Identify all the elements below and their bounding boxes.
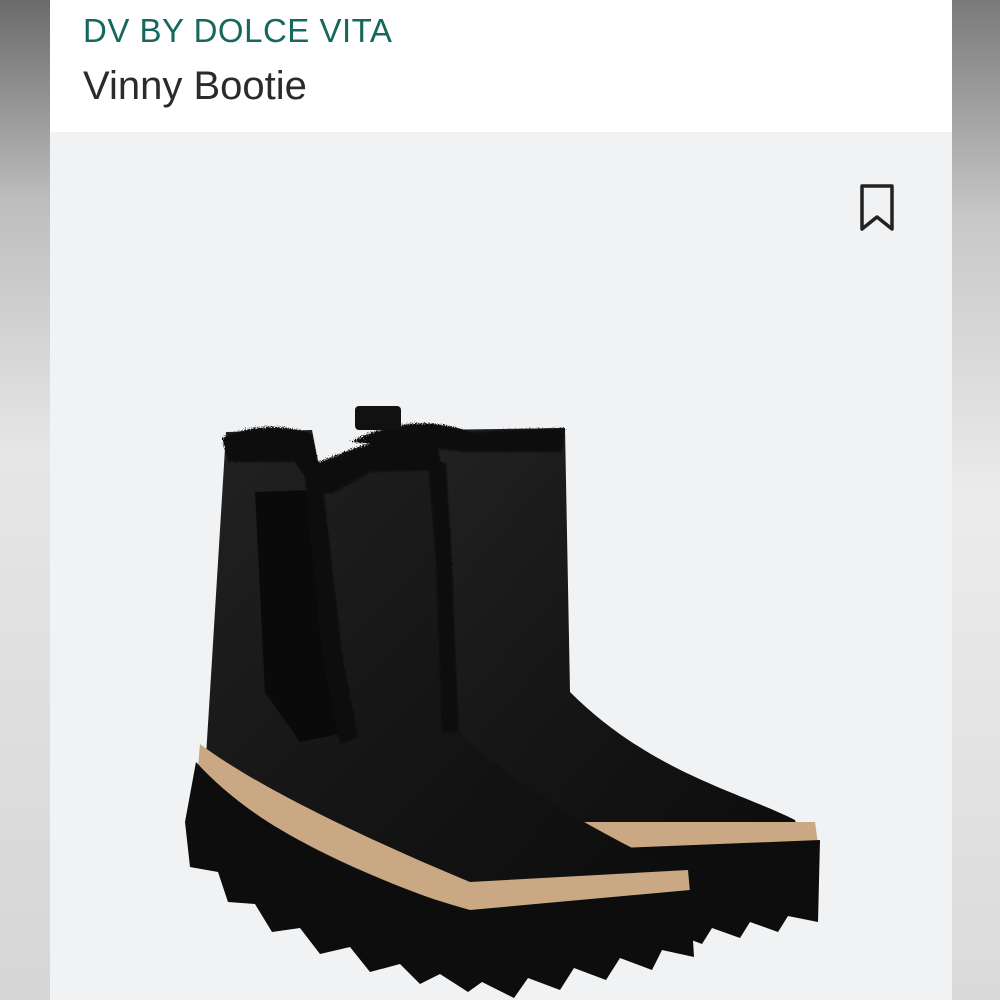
brand-name[interactable]: DV BY DOLCE VITA bbox=[83, 12, 392, 50]
background-left-blur bbox=[0, 0, 50, 1000]
product-card: DV BY DOLCE VITA Vinny Bootie bbox=[50, 0, 952, 1000]
boot-left bbox=[185, 426, 694, 998]
product-image[interactable] bbox=[50, 132, 952, 1000]
save-button[interactable] bbox=[853, 180, 901, 236]
product-title: Vinny Bootie bbox=[83, 64, 307, 108]
bookmark-icon bbox=[860, 184, 894, 231]
product-header: DV BY DOLCE VITA Vinny Bootie bbox=[50, 0, 952, 132]
background-right-blur bbox=[952, 0, 1000, 1000]
